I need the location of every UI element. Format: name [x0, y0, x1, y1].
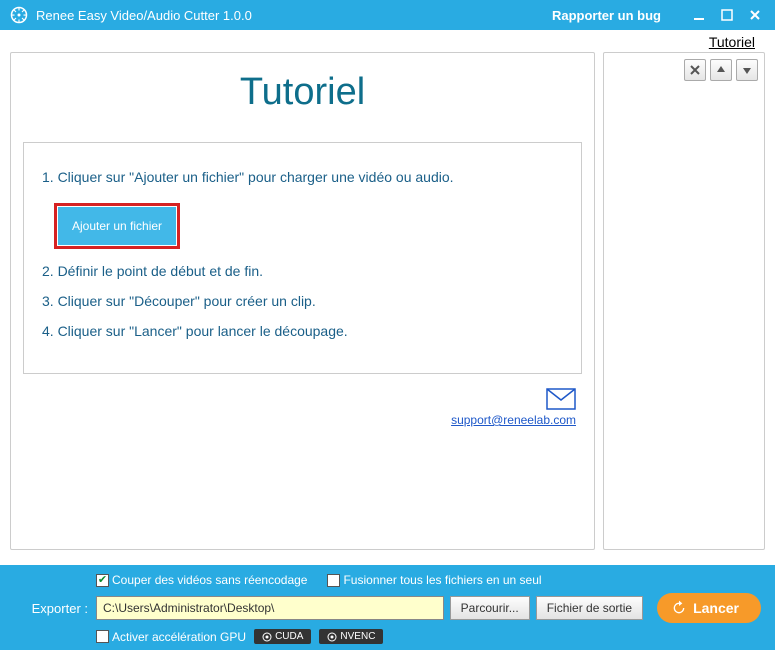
- tutorial-heading: Tutoriel: [23, 71, 582, 114]
- highlight-box: Ajouter un fichier: [54, 203, 180, 249]
- nvenc-badge: NVENC: [319, 629, 383, 644]
- cuda-badge: CUDA: [254, 629, 311, 644]
- report-bug-link[interactable]: Rapporter un bug: [552, 8, 661, 23]
- checkbox-checked-icon: ✔: [96, 574, 109, 587]
- checkbox-empty-icon: [96, 630, 109, 643]
- tutorial-link[interactable]: Tutoriel: [709, 34, 755, 50]
- move-down-button[interactable]: [736, 59, 758, 81]
- tutorial-steps-box: 1. Cliquer sur "Ajouter un fichier" pour…: [23, 142, 582, 374]
- main-panel: Tutoriel 1. Cliquer sur "Ajouter un fich…: [10, 52, 595, 550]
- cut-no-reencode-checkbox[interactable]: ✔ Couper des vidéos sans réencodage: [96, 573, 307, 587]
- add-file-button[interactable]: Ajouter un fichier: [58, 207, 176, 245]
- remove-item-button[interactable]: [684, 59, 706, 81]
- gpu-accel-checkbox[interactable]: Activer accélération GPU: [96, 630, 246, 644]
- launch-button[interactable]: Lancer: [657, 593, 761, 623]
- merge-all-label: Fusionner tous les fichiers en un seul: [343, 573, 541, 587]
- launch-label: Lancer: [693, 600, 739, 616]
- checkbox-empty-icon: [327, 574, 340, 587]
- tutorial-step-2: 2. Définir le point de début et de fin.: [42, 263, 563, 279]
- close-button[interactable]: [745, 5, 765, 25]
- gpu-accel-label: Activer accélération GPU: [112, 630, 246, 644]
- browse-button[interactable]: Parcourir...: [450, 596, 530, 620]
- refresh-icon: [671, 600, 687, 616]
- titlebar: Renee Easy Video/Audio Cutter 1.0.0 Rapp…: [0, 0, 775, 30]
- nvidia-eye-icon: [262, 632, 272, 642]
- nvidia-eye-icon: [327, 632, 337, 642]
- side-panel: [603, 52, 765, 550]
- output-file-button[interactable]: Fichier de sortie: [536, 596, 643, 620]
- tutorial-step-1: 1. Cliquer sur "Ajouter un fichier" pour…: [42, 169, 563, 185]
- bottom-bar: ✔ Couper des vidéos sans réencodage Fusi…: [0, 565, 775, 650]
- maximize-button[interactable]: [717, 5, 737, 25]
- minimize-button[interactable]: [689, 5, 709, 25]
- merge-all-checkbox[interactable]: Fusionner tous les fichiers en un seul: [327, 573, 541, 587]
- app-logo-icon: [10, 6, 28, 24]
- export-label: Exporter :: [14, 601, 90, 616]
- mail-icon: [546, 388, 576, 413]
- cut-no-reencode-label: Couper des vidéos sans réencodage: [112, 573, 307, 587]
- export-path-input[interactable]: [96, 596, 444, 620]
- move-up-button[interactable]: [710, 59, 732, 81]
- app-title: Renee Easy Video/Audio Cutter 1.0.0: [36, 8, 252, 23]
- support-email-link[interactable]: support@reneelab.com: [23, 413, 576, 427]
- tutorial-step-3: 3. Cliquer sur "Découper" pour créer un …: [42, 293, 563, 309]
- tutorial-step-4: 4. Cliquer sur "Lancer" pour lancer le d…: [42, 323, 563, 339]
